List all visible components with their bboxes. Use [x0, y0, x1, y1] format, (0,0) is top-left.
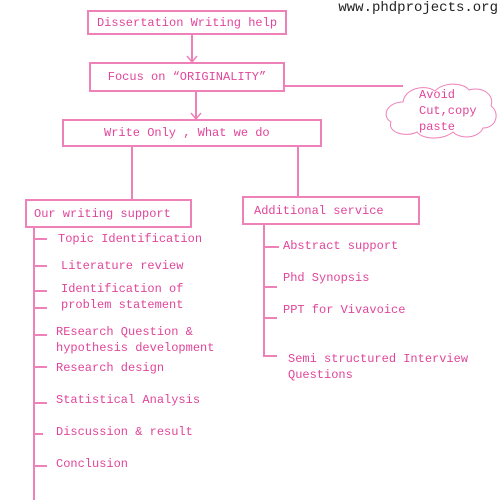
dissertation-writing-help-label: Dissertation Writing help	[96, 15, 278, 30]
left-item-tick	[35, 265, 47, 267]
write-only-box: Write Only , What we do	[62, 119, 322, 147]
additional-service-label: Additional service	[254, 203, 384, 218]
right-item-tick	[265, 355, 277, 357]
left-item-research-design: Research design	[56, 361, 165, 375]
connector-write-to-right	[297, 147, 299, 197]
left-item-tick	[35, 402, 47, 404]
connector-write-to-left	[131, 147, 133, 199]
left-branch-spine	[33, 228, 35, 500]
left-item-problem-statement: Identification of problem statement	[61, 282, 184, 312]
left-item-research-question: REsearch Question & hypothesis developme…	[56, 325, 215, 355]
right-branch-spine	[263, 225, 265, 357]
right-item-tick	[265, 286, 277, 288]
right-item-tick	[265, 246, 279, 248]
cloud-line-2: Cut,copy	[419, 104, 477, 118]
write-only-label: Write Only , What we do	[104, 126, 270, 140]
left-item-discussion-result: Discussion & result	[56, 425, 193, 439]
left-item-topic-identification: Topic Identification	[58, 232, 203, 246]
left-item-statistical-analysis: Statistical Analysis	[56, 393, 201, 407]
right-item-ppt-vivavoice: PPT for Vivavoice	[283, 303, 406, 317]
left-item-tick	[35, 366, 47, 368]
our-writing-support-label: Our writing support	[34, 206, 171, 221]
left-item-conclusion: Conclusion	[56, 457, 129, 471]
right-item-phd-synopsis: Phd Synopsis	[283, 271, 370, 285]
cloud-line-1: Avoid	[419, 88, 456, 102]
focus-originality-box: Focus on “ORIGINALITY”	[89, 62, 285, 92]
left-item-tick	[35, 334, 47, 336]
right-item-tick	[265, 317, 277, 319]
left-item-tick	[35, 465, 47, 467]
left-item-tick	[35, 433, 43, 435]
cloud-line-3: paste	[419, 120, 456, 134]
left-item-literature-review: Literature review	[61, 259, 184, 273]
our-writing-support-box: Our writing support	[25, 199, 192, 228]
left-item-tick	[35, 307, 47, 309]
right-item-abstract-support: Abstract support	[283, 239, 399, 253]
additional-service-box: Additional service	[242, 196, 420, 225]
dissertation-writing-help-box: Dissertation Writing help	[87, 10, 287, 35]
right-item-semi-structured-interview: Semi structured Interview Questions	[288, 352, 469, 382]
left-item-tick	[35, 238, 47, 240]
left-item-tick	[35, 290, 47, 292]
focus-originality-label: Focus on “ORIGINALITY”	[107, 70, 267, 84]
website-watermark: www.phdprojects.org	[338, 0, 498, 16]
